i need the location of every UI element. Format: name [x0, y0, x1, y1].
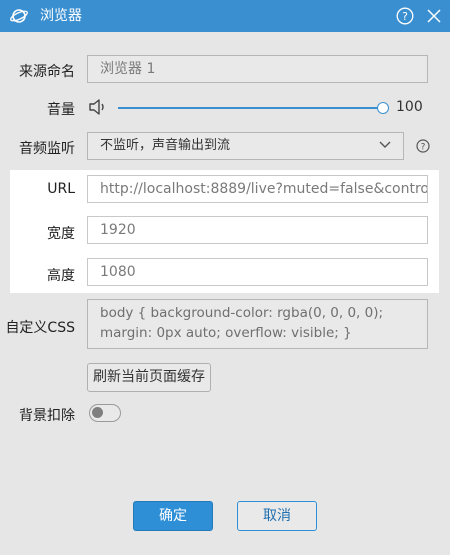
height-input[interactable]: 1080: [87, 258, 428, 286]
width-input[interactable]: 1920: [87, 216, 428, 244]
custom-css-label: 自定义CSS: [5, 320, 75, 336]
ok-button[interactable]: 确定: [133, 501, 213, 531]
volume-value: 100: [396, 99, 423, 115]
css-line: body { background-color: rgba(0, 0, 0, 0…: [100, 305, 384, 321]
close-icon[interactable]: [426, 8, 442, 24]
volume-slider-thumb[interactable]: [377, 102, 389, 114]
volume-label: 音量: [47, 102, 75, 118]
planet-icon: [10, 9, 28, 23]
custom-css-textarea[interactable]: body { background-color: rgba(0, 0, 0, 0…: [87, 299, 428, 349]
svg-text:?: ?: [402, 10, 408, 23]
volume-slider-track[interactable]: [118, 107, 383, 109]
source-name-label: 来源命名: [19, 64, 75, 80]
url-input[interactable]: http://localhost:8889/live?muted=false&c…: [87, 175, 428, 203]
source-name-input[interactable]: 浏览器 1: [87, 55, 428, 83]
window-title: 浏览器: [40, 8, 82, 24]
css-line: margin: 0px auto; overflow: visible; }: [100, 325, 352, 341]
background-removal-label: 背景扣除: [19, 408, 75, 424]
cancel-button[interactable]: 取消: [237, 501, 317, 531]
title-bar: 浏览器 ?: [0, 0, 450, 32]
info-icon[interactable]: ?: [416, 139, 430, 153]
height-label: 高度: [47, 268, 75, 284]
svg-text:?: ?: [421, 143, 426, 153]
background-removal-toggle[interactable]: [89, 404, 121, 422]
audio-monitor-label: 音频监听: [19, 141, 75, 157]
toggle-knob: [92, 407, 103, 418]
speaker-icon[interactable]: [88, 98, 108, 116]
width-label: 宽度: [47, 226, 75, 242]
audio-monitor-select[interactable]: 不监听，声音输出到流: [87, 132, 404, 160]
url-label: URL: [47, 181, 75, 197]
help-icon[interactable]: ?: [396, 7, 414, 25]
audio-monitor-value: 不监听，声音输出到流: [100, 138, 231, 153]
chevron-down-icon: [379, 141, 391, 148]
refresh-cache-button[interactable]: 刷新当前页面缓存: [87, 363, 211, 392]
